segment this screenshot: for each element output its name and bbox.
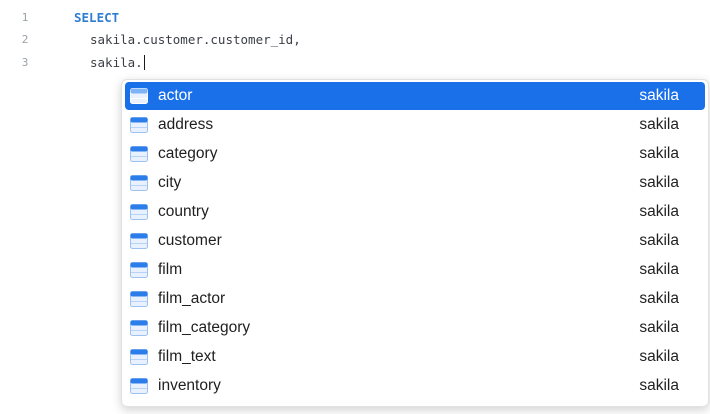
item-name: customer — [158, 232, 222, 249]
table-icon — [130, 349, 148, 365]
item-name: film_category — [158, 319, 251, 336]
line-number: 2 — [21, 33, 29, 46]
autocomplete-item-partial[interactable] — [125, 401, 705, 406]
item-name: film — [158, 261, 183, 278]
item-schema: sakila — [639, 261, 679, 278]
table-icon — [130, 88, 148, 104]
code-line-3[interactable]: 3 sakila. — [0, 52, 710, 74]
item-name: city — [158, 174, 182, 191]
item-name: actor — [158, 87, 193, 104]
item-name: film_text — [158, 348, 216, 365]
code-text: sakila. — [90, 55, 143, 70]
code-text: sakila.customer.customer_id, — [90, 32, 301, 47]
table-icon — [130, 262, 148, 278]
table-icon — [130, 117, 148, 133]
item-schema: sakila — [639, 145, 679, 162]
autocomplete-item[interactable]: address sakila — [125, 111, 705, 139]
item-schema: sakila — [639, 319, 679, 336]
item-schema: sakila — [639, 116, 679, 133]
table-icon — [130, 378, 148, 394]
item-schema: sakila — [639, 203, 679, 220]
item-name: film_actor — [158, 290, 226, 307]
table-icon — [130, 204, 148, 220]
autocomplete-item[interactable]: film_category sakila — [125, 314, 705, 342]
code-line-2[interactable]: 2 sakila.customer.customer_id, — [0, 29, 710, 51]
table-icon — [130, 320, 148, 336]
line-number: 1 — [21, 11, 29, 24]
autocomplete-item[interactable]: city sakila — [125, 169, 705, 197]
autocomplete-item[interactable]: customer sakila — [125, 227, 705, 255]
item-name: category — [158, 145, 218, 162]
item-schema: sakila — [639, 174, 679, 191]
item-schema: sakila — [639, 377, 679, 394]
autocomplete-item[interactable]: category sakila — [125, 140, 705, 168]
autocomplete-item[interactable]: film_actor sakila — [125, 285, 705, 313]
line-number: 3 — [21, 56, 29, 69]
code-line-1[interactable]: 1 SELECT — [0, 7, 710, 29]
item-schema: sakila — [639, 290, 679, 307]
autocomplete-popup[interactable]: actor sakila address sakila category sak… — [121, 79, 709, 407]
table-icon — [130, 291, 148, 307]
item-schema: sakila — [639, 348, 679, 365]
keyword-select: SELECT — [74, 10, 120, 25]
autocomplete-item[interactable]: film sakila — [125, 256, 705, 284]
autocomplete-item[interactable]: country sakila — [125, 198, 705, 226]
item-schema: sakila — [639, 87, 679, 104]
item-schema: sakila — [639, 232, 679, 249]
table-icon — [130, 233, 148, 249]
autocomplete-item[interactable]: actor sakila — [125, 82, 705, 110]
code-text-with-caret: sakila. — [90, 52, 145, 74]
item-name: inventory — [158, 377, 221, 394]
item-name: address — [158, 116, 214, 133]
autocomplete-item[interactable]: film_text sakila — [125, 343, 705, 371]
item-name: country — [158, 203, 209, 220]
table-icon — [130, 175, 148, 191]
autocomplete-item[interactable]: inventory sakila — [125, 372, 705, 400]
text-caret — [143, 55, 145, 70]
table-icon — [130, 146, 148, 162]
